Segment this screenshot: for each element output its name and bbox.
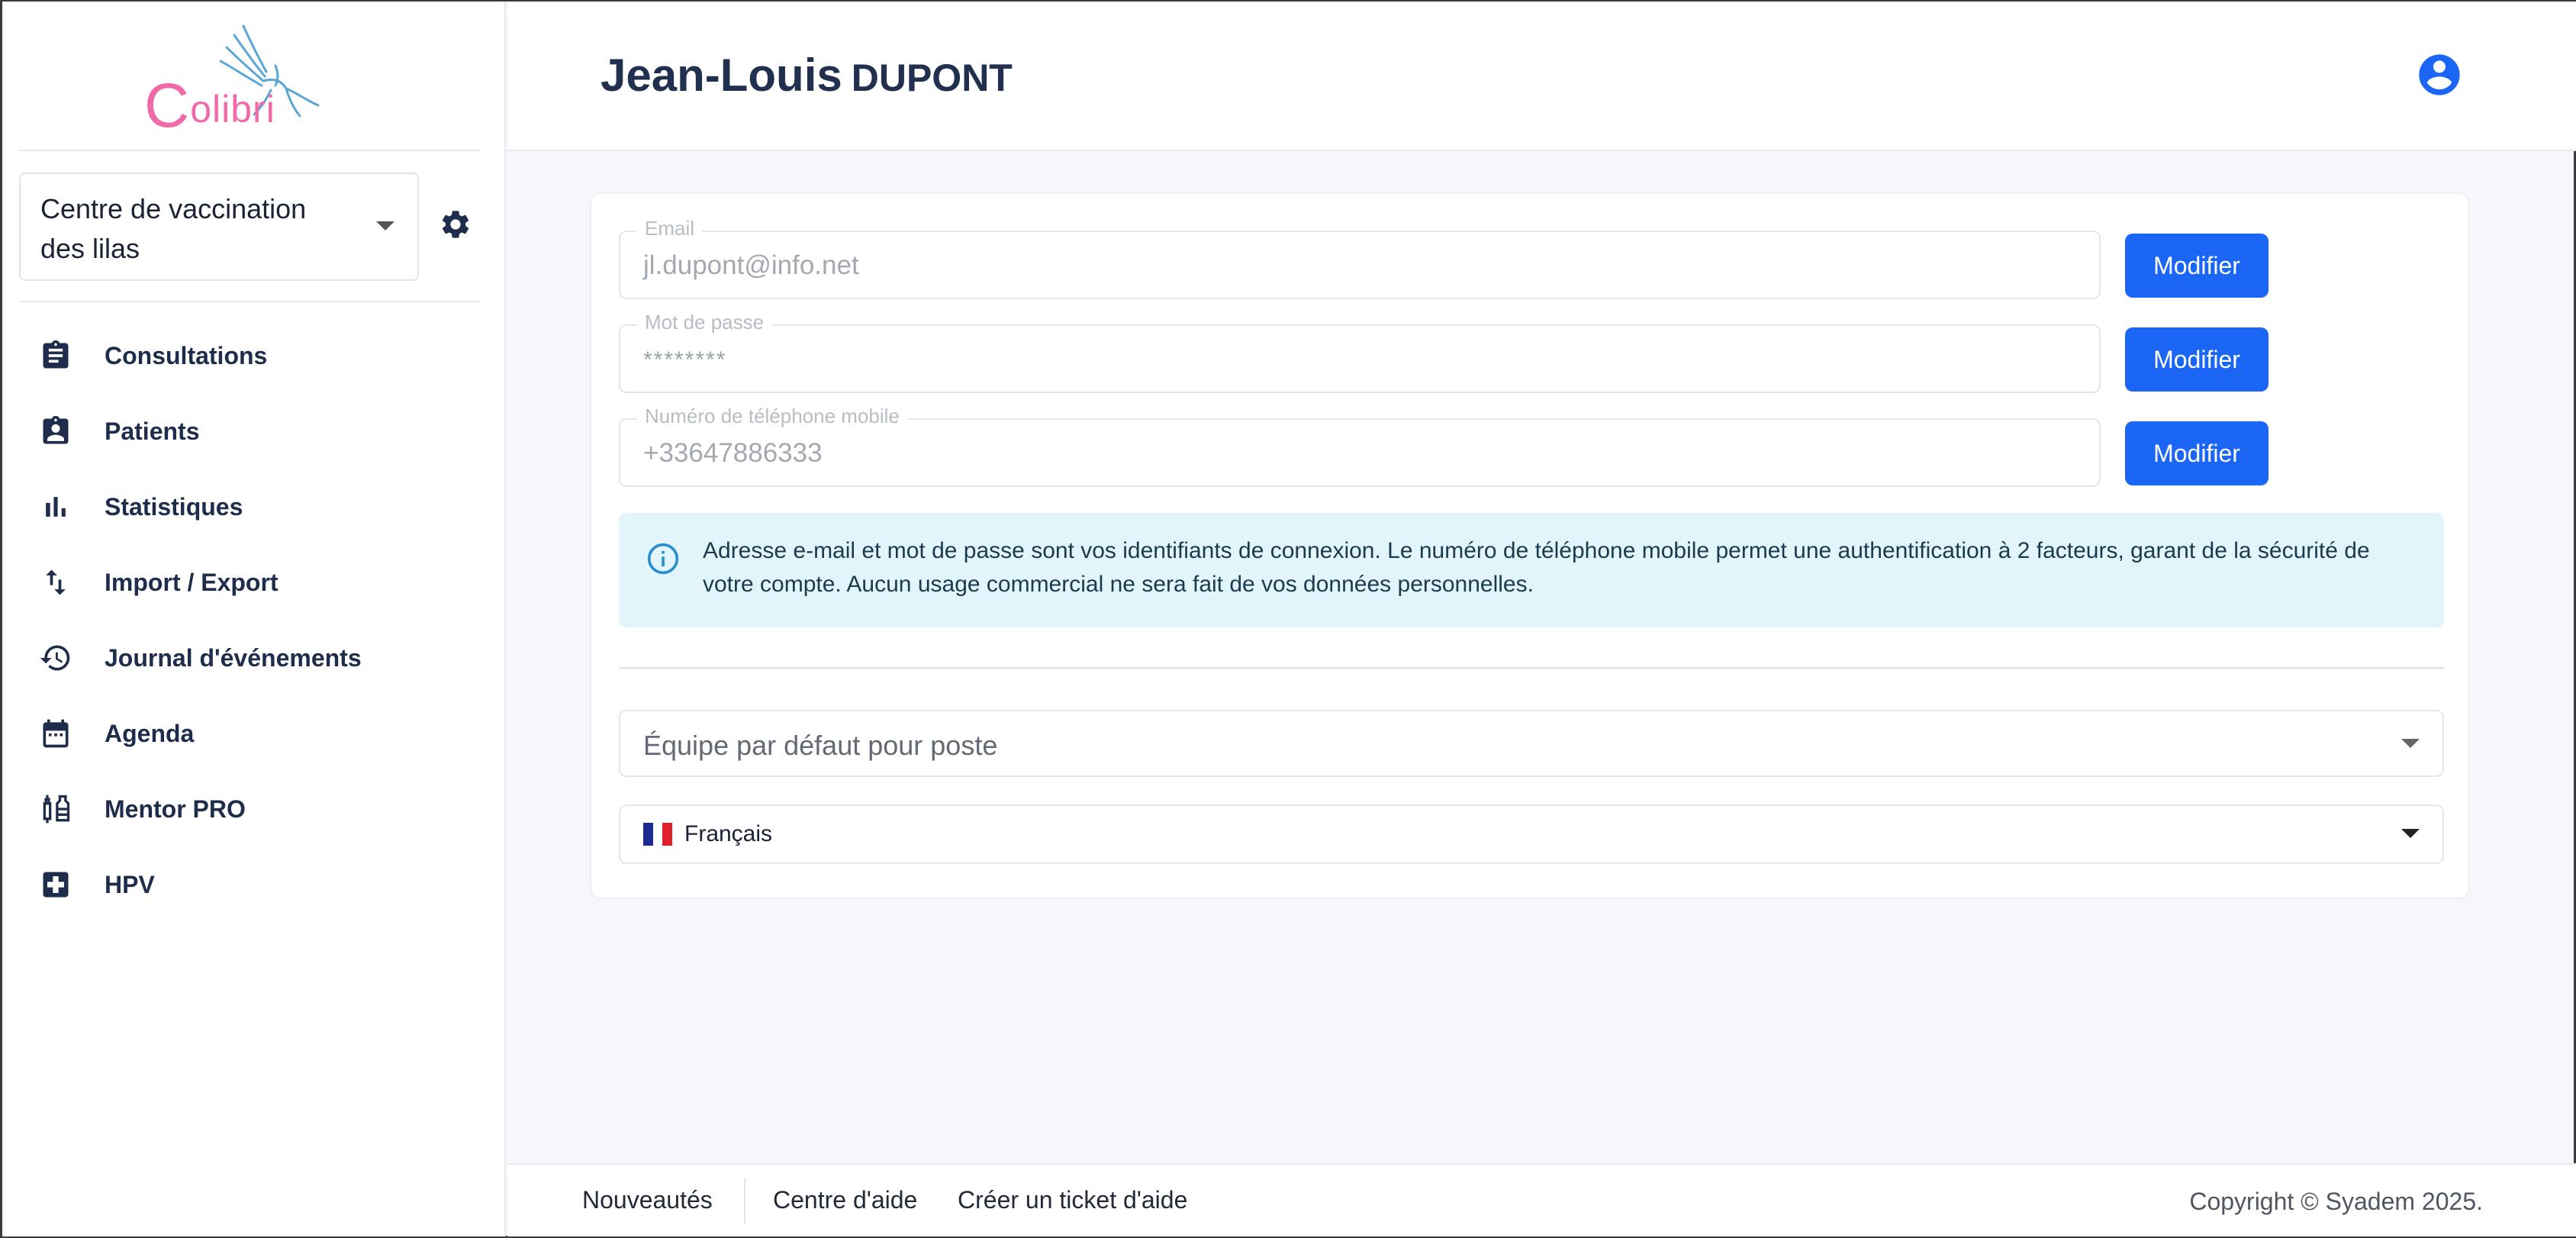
vaccination-center-select[interactable]: Centre de vaccination des lilas (19, 172, 419, 281)
gear-icon[interactable] (439, 208, 472, 241)
phone-value: +33647886333 (643, 438, 823, 468)
import-export-arrows-icon (46, 569, 66, 595)
account-circle-icon[interactable] (2415, 50, 2464, 99)
france-flag-icon (643, 823, 673, 846)
sidebar-item-label: Import / Export (105, 568, 279, 596)
email-label: Email (637, 217, 703, 240)
chevron-down-icon (376, 221, 394, 231)
modify-email-button[interactable]: Modifier (2125, 234, 2268, 298)
email-value: jl.dupont@info.net (643, 250, 859, 280)
sidebar-divider (19, 150, 480, 151)
footer-link-help-center[interactable]: Centre d'aide (773, 1186, 917, 1214)
sidebar-item-patients[interactable]: Patients (39, 408, 481, 454)
sidebar-item-statistiques[interactable]: Statistiques (39, 484, 481, 530)
page-title: Jean-Louis DUPONT (601, 49, 1013, 102)
patient-badge-icon (43, 415, 69, 444)
copyright-text: Copyright © Syadem 2025. (2189, 1188, 2483, 1215)
colibri-logo[interactable]: Colibri (144, 20, 335, 140)
calendar-icon (43, 719, 69, 748)
password-value: ******** (643, 347, 727, 372)
chevron-down-icon (2401, 739, 2420, 748)
profile-card: Email jl.dupont@info.net Modifier Mot de… (590, 192, 2470, 899)
logo-wordmark: Colibri (144, 71, 275, 140)
sidebar-item-label: Statistiques (105, 492, 243, 521)
sidebar-item-label: Agenda (105, 719, 195, 747)
footer-link-create-ticket[interactable]: Créer un ticket d'aide (958, 1186, 1187, 1214)
user-last-name: DUPONT (851, 56, 1013, 99)
history-icon (40, 645, 70, 671)
sidebar-item-agenda[interactable]: Agenda (39, 711, 481, 756)
info-text: Adresse e-mail et mot de passe sont vos … (703, 538, 2370, 597)
info-icon (647, 543, 679, 575)
phone-label: Numéro de téléphone mobile (637, 405, 907, 428)
sidebar-item-label: Consultations (105, 341, 268, 369)
sidebar-item-hpv[interactable]: HPV (39, 862, 481, 908)
sidebar-item-label: Journal d'événements (105, 643, 362, 672)
page-header: Jean-Louis DUPONT (507, 2, 2576, 151)
default-team-placeholder: Équipe par défaut pour poste (643, 730, 998, 761)
sidebar-item-mentor-pro[interactable]: Mentor PRO (39, 786, 481, 832)
modify-password-button[interactable]: Modifier (2125, 327, 2268, 392)
sidebar-item-import-export[interactable]: Import / Export (39, 559, 481, 605)
phone-field[interactable]: Numéro de téléphone mobile +33647886333 (619, 405, 2101, 487)
modify-phone-button[interactable]: Modifier (2125, 421, 2268, 485)
sidebar-item-label: Mentor PRO (105, 795, 246, 823)
email-field[interactable]: Email jl.dupont@info.net (619, 217, 2101, 299)
sidebar-item-label: HPV (105, 870, 155, 898)
sidebar-divider (19, 301, 480, 302)
vaccine-icon (43, 795, 70, 824)
password-field[interactable]: Mot de passe ******** (619, 311, 2101, 393)
info-alert: Adresse e-mail et mot de passe sont vos … (619, 513, 2444, 627)
chevron-down-icon (2401, 829, 2420, 838)
language-select[interactable]: Français (619, 804, 2444, 864)
card-divider (619, 667, 2444, 669)
bar-chart-icon (46, 497, 66, 517)
footer-link-whats-new[interactable]: Nouveautés (582, 1186, 713, 1214)
medical-cross-icon (43, 872, 69, 898)
sidebar-item-label: Patients (105, 417, 200, 445)
vaccination-center-value: Centre de vaccination des lilas (40, 193, 307, 264)
default-team-select[interactable]: Équipe par défaut pour poste (619, 710, 2444, 777)
sidebar-item-consultations[interactable]: Consultations (39, 333, 481, 379)
language-value: Français (684, 821, 773, 846)
footer-divider (744, 1178, 745, 1224)
app-window: Colibri Centre de vaccination des lilas … (0, 0, 2576, 1238)
sidebar-item-journal[interactable]: Journal d'événements (39, 635, 481, 681)
page-footer: Nouveautés Centre d'aide Créer un ticket… (507, 1163, 2576, 1236)
sidebar: Colibri Centre de vaccination des lilas … (2, 2, 506, 1236)
user-first-name: Jean-Louis (601, 50, 842, 101)
clipboard-icon (43, 340, 69, 369)
password-label: Mot de passe (637, 311, 772, 334)
